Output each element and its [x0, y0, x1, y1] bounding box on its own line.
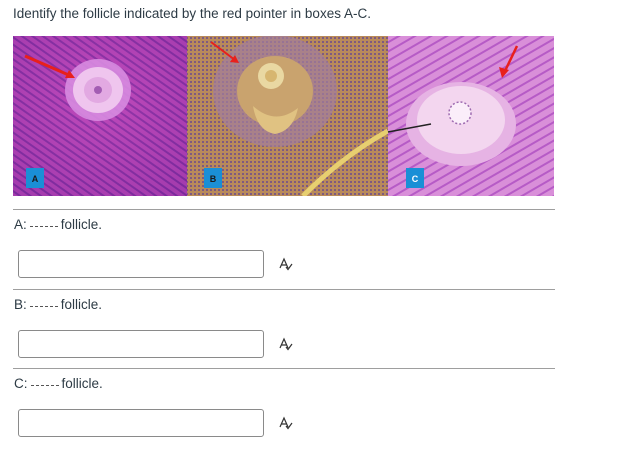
question-b-suffix: follicle.	[60, 297, 103, 312]
question-b-blank	[29, 306, 58, 307]
question-prompt: Identify the follicle indicated by the r…	[13, 6, 371, 21]
panel-label-b: B	[204, 168, 222, 188]
question-c-label: C: follicle.	[14, 376, 103, 391]
question-a-label: A: follicle.	[14, 217, 102, 232]
answer-c-input[interactable]	[18, 409, 264, 437]
question-a-blank	[29, 226, 58, 227]
question-b-label: B: follicle.	[14, 297, 102, 312]
spellcheck-icon[interactable]	[277, 415, 293, 431]
question-a-suffix: follicle.	[60, 217, 103, 232]
question-c-suffix: follicle.	[61, 376, 103, 391]
divider	[13, 209, 555, 210]
divider	[13, 289, 555, 290]
divider	[13, 368, 555, 369]
spellcheck-icon[interactable]	[277, 336, 293, 352]
svg-text:A: A	[32, 174, 39, 184]
panel-label-a: A	[26, 168, 44, 188]
spellcheck-icon[interactable]	[277, 256, 293, 272]
answer-a-input[interactable]	[18, 250, 264, 278]
answer-b-input[interactable]	[18, 330, 264, 358]
panel-label-c: C	[406, 168, 424, 188]
svg-text:C: C	[412, 174, 419, 184]
histology-figure: A B C	[13, 36, 554, 196]
question-c-letter: C:	[14, 376, 28, 391]
question-c-blank	[30, 385, 59, 386]
question-a-letter: A:	[14, 217, 27, 232]
svg-text:B: B	[210, 174, 217, 184]
question-b-letter: B:	[14, 297, 27, 312]
